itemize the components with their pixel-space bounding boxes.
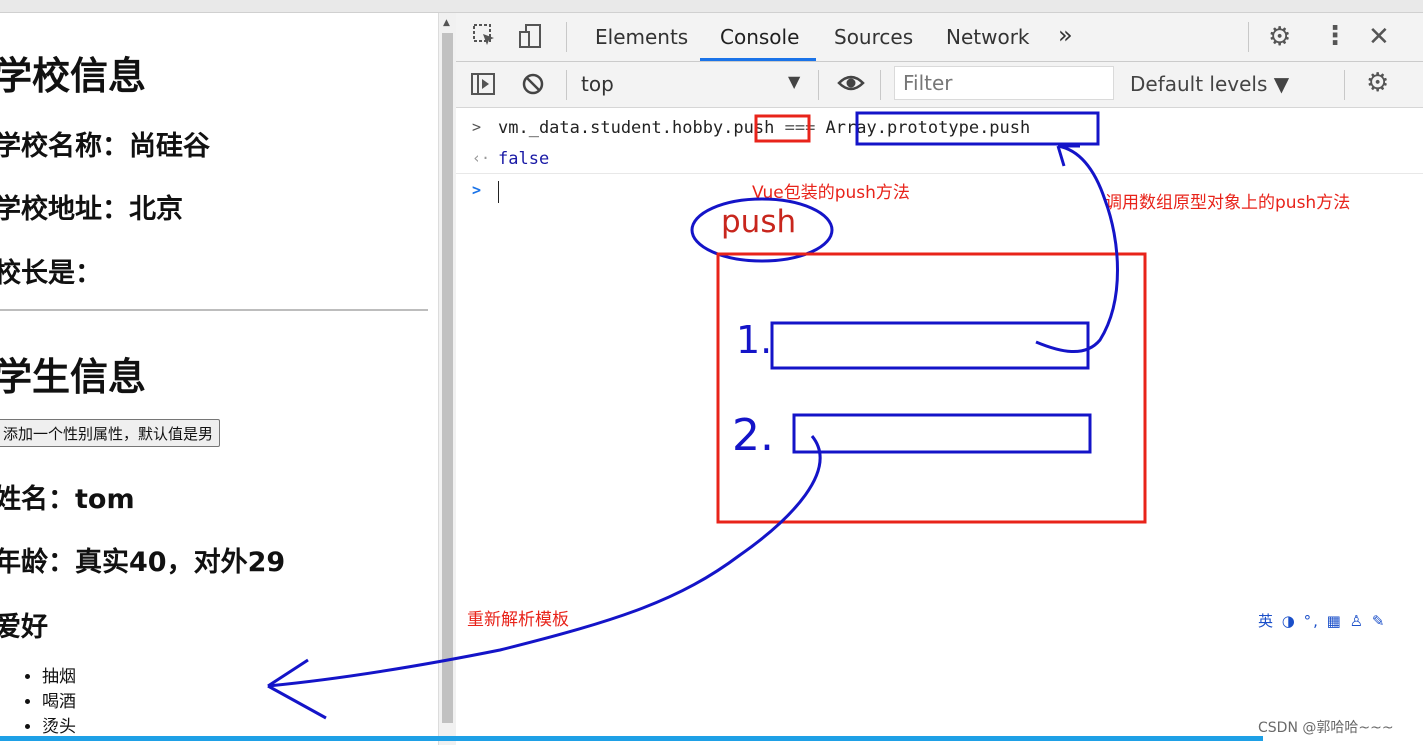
student-name: 姓名：tom	[0, 484, 135, 515]
log-levels-dropdown[interactable]: Default levels ▼	[1130, 72, 1289, 96]
push-circled-text: push	[721, 204, 797, 240]
devtools-panel: Elements Console Sources Network » ⚙ ⋮ ✕…	[456, 13, 1423, 745]
live-expression-eye-icon[interactable]	[836, 69, 866, 103]
student-age: 年龄：真实40，对外29	[0, 547, 286, 578]
prompt-chevron-icon: >	[472, 181, 482, 199]
tab-sources[interactable]: Sources	[834, 25, 913, 49]
hobby-heading: 爱好	[0, 612, 48, 643]
more-tabs-chevron-icon[interactable]: »	[1058, 21, 1073, 49]
active-tab-indicator	[700, 58, 816, 61]
page-scrollbar[interactable]: ▲	[438, 13, 458, 745]
list-item: 抽烟	[42, 665, 76, 690]
filter-input[interactable]	[894, 66, 1114, 100]
student-section-title: 学生信息	[0, 355, 147, 399]
vue-push-annotation: Vue包装的push方法	[752, 183, 910, 203]
reparse-template-annotation: 重新解析模板	[467, 610, 569, 630]
hobby-list: 抽烟 喝酒 烫头	[22, 665, 76, 740]
expr-push: push	[733, 118, 775, 138]
clear-console-icon[interactable]	[520, 71, 546, 103]
toolbar-divider	[566, 70, 567, 100]
console-caret[interactable]	[498, 181, 499, 203]
context-selector[interactable]: top	[581, 72, 614, 96]
settings-gear-icon[interactable]: ⚙	[1268, 22, 1291, 52]
console-expression: vm._data.student.hobby.push === Array.pr…	[498, 118, 1030, 138]
array-proto-push-annotation: 调用数组原型对象上的push方法	[1105, 193, 1351, 213]
tab-network[interactable]: Network	[946, 25, 1030, 49]
input-prompt-icon: >	[472, 118, 482, 136]
principal-label: 校长是：	[0, 258, 102, 289]
scrollbar-thumb[interactable]	[442, 33, 453, 723]
toolbar-divider	[1248, 22, 1249, 52]
csdn-watermark: CSDN @郭哈哈~~~	[1258, 720, 1394, 736]
toolbar-divider	[1344, 70, 1345, 100]
device-toolbar-icon[interactable]	[518, 23, 544, 55]
school-section-title: 学校信息	[0, 54, 147, 98]
close-devtools-icon[interactable]: ✕	[1368, 22, 1390, 52]
scroll-up-arrow-icon[interactable]: ▲	[443, 18, 450, 28]
bottom-progress-bar	[0, 736, 1263, 741]
ime-toolbar[interactable]: 英 ◑ °, ▦ ♙ ✎	[1258, 610, 1386, 631]
step-2-mark: 2.	[732, 410, 774, 461]
console-toolbar: top ▼ Default levels ▼ ⚙	[456, 62, 1423, 108]
school-address: 学校地址：北京	[0, 194, 183, 225]
divider	[0, 309, 428, 311]
add-sex-button[interactable]: 添加一个性别属性，默认值是男	[0, 419, 221, 447]
show-sidebar-icon[interactable]	[470, 71, 496, 103]
expr-rhs: Array.prototype.push	[825, 118, 1031, 138]
expr-operator: ===	[774, 118, 826, 138]
browser-address-strip	[0, 0, 1423, 13]
devtools-tab-bar: Elements Console Sources Network » ⚙ ⋮ ✕	[456, 13, 1423, 62]
toolbar-divider	[880, 70, 881, 100]
console-input-line: > vm._data.student.hobby.push === Array.…	[456, 112, 1423, 142]
console-result: false	[498, 149, 550, 169]
tab-console[interactable]: Console	[720, 25, 799, 49]
rendered-page: 学校信息 学校名称：尚硅谷 学校地址：北京 校长是： 学生信息 添加一个性别属性…	[0, 13, 438, 745]
expr-prefix: vm._data.student.hobby.	[498, 118, 734, 138]
inspect-element-icon[interactable]	[472, 23, 498, 55]
list-item: 喝酒	[42, 690, 76, 715]
console-settings-gear-icon[interactable]: ⚙	[1366, 68, 1389, 98]
step-1-mark: 1.	[736, 318, 773, 362]
context-dropdown-arrow-icon[interactable]: ▼	[788, 72, 800, 91]
toolbar-divider	[818, 70, 819, 100]
toolbar-divider	[566, 22, 567, 52]
school-name: 学校名称：尚硅谷	[0, 131, 210, 162]
kebab-menu-icon[interactable]: ⋮	[1322, 21, 1348, 51]
result-arrow-icon: ‹·	[472, 149, 491, 167]
console-result-line: ‹· false	[456, 143, 1423, 174]
tab-elements[interactable]: Elements	[595, 25, 688, 49]
